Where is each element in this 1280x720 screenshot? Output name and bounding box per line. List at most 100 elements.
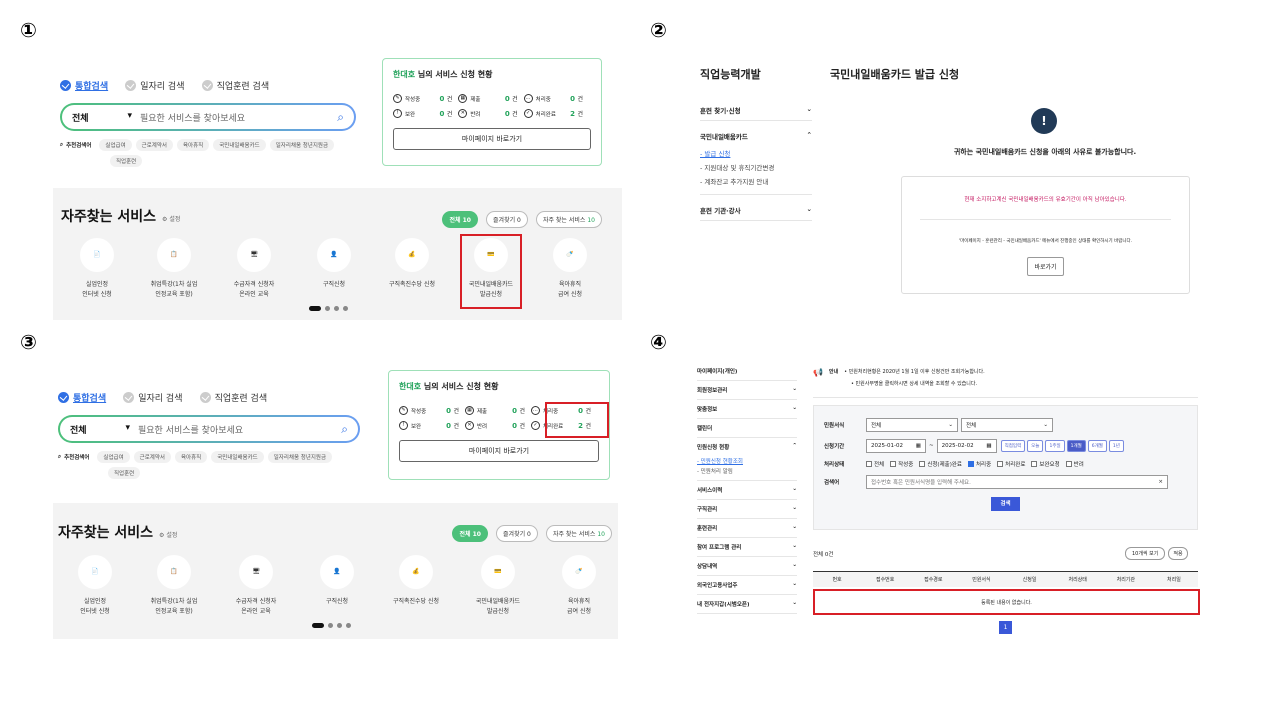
keyword-chip[interactable]: 일자리채움 청년지원금 — [269, 139, 335, 151]
radio-training[interactable]: 직업훈련 검색 — [201, 79, 269, 92]
pill-all[interactable]: 전체 10 — [442, 211, 478, 228]
per-page-select[interactable]: 10개씩 보기 — [1125, 547, 1166, 560]
p2-side-sub[interactable]: - 계좌잔고 추가지원 안내 — [700, 174, 812, 188]
pill-frequent[interactable]: 자주 찾는 서비스 10 — [545, 525, 612, 542]
type-select-1[interactable]: 전체 ⌄ — [866, 418, 958, 432]
p2-side-item[interactable]: 훈련 기관·강사 ⌄ — [700, 195, 812, 221]
quick-btn[interactable]: 1개월 — [1066, 440, 1086, 452]
calendar-icon: ▦ — [986, 443, 992, 449]
pill-frequent[interactable]: 자주 찾는 서비스 10 — [535, 211, 602, 228]
quick-btn[interactable]: 1주일 — [1045, 440, 1065, 452]
p4-nav-item[interactable]: 마이페이지(개인) — [697, 362, 797, 381]
svc-allowance[interactable]: 💰 구직촉진수당 신청 — [381, 238, 443, 290]
p4-nav-item[interactable]: 내 전자지갑(시범오픈) ⌄ — [697, 595, 797, 614]
pill-all[interactable]: 전체 10 — [452, 525, 488, 542]
keyword-chip[interactable]: 직업훈련 — [110, 155, 143, 167]
p2-side-item[interactable]: 국민내일배움카드 ⌃ — [700, 121, 812, 146]
keyword-chip[interactable]: 육아휴직 — [174, 451, 208, 463]
type-select-2[interactable]: 전체 ⌄ — [961, 418, 1053, 432]
p2-side-item[interactable]: 훈련 찾기·신청 ⌄ — [700, 100, 812, 121]
p4-nav-item[interactable]: 구직관리 ⌄ — [697, 500, 797, 519]
svc-lecture[interactable]: 📋 취업특강(1차 실업 인정교육 포함) — [143, 238, 205, 299]
quick-btn[interactable]: 1년 — [1108, 440, 1124, 452]
apply-button[interactable]: 적용 — [1168, 547, 1188, 560]
mypage-button[interactable]: 마이페이지 바로가기 — [399, 440, 599, 462]
search-input[interactable]: 필요한 서비스를 찾아보세요 — [140, 111, 337, 124]
search-icon[interactable]: ⌕ — [341, 422, 348, 437]
keyword-input[interactable]: 접수번호 혹은 민원서식명을 입력해 주세요. × — [866, 475, 1168, 489]
page-button[interactable]: 1 — [999, 621, 1012, 634]
chevron-down-icon: ⌄ — [792, 486, 797, 492]
svc-lecture[interactable]: 📋 취업특강(1차 실업 인정교육 포함) — [143, 555, 205, 616]
keyword-chip[interactable]: 실업급여 — [97, 451, 130, 463]
svc-job-seek[interactable]: 👤 구직신청 — [306, 555, 368, 607]
svc-job-seek[interactable]: 👤 구직신청 — [303, 238, 365, 290]
keyword-chip[interactable]: 실업급여 — [99, 139, 132, 151]
keyword-chip[interactable]: 육아휴직 — [176, 139, 210, 151]
state-checkbox[interactable]: 작성중 — [890, 460, 913, 468]
chevron-down-icon: ⌄ — [806, 205, 812, 213]
svc-online-edu[interactable]: 🖥 수급자격 신청자 온라인 교육 — [225, 555, 287, 616]
p2-side-sub[interactable]: - 발급 신청 — [700, 146, 812, 160]
quick-btn[interactable]: 오늘 — [1027, 440, 1044, 452]
radio-job[interactable]: 일자리 검색 — [125, 79, 184, 92]
search-button[interactable]: 검색 — [991, 497, 1020, 511]
keyword-chip[interactable]: 일자리채움 청년지원금 — [267, 451, 333, 463]
quick-btn[interactable]: 6개월 — [1087, 440, 1107, 452]
p4-nav-item[interactable]: 민원신청 현황 ⌃ — [697, 438, 797, 456]
mypage-button[interactable]: 마이페이지 바로가기 — [393, 128, 591, 150]
state-checkbox[interactable]: 처리중 — [967, 460, 991, 468]
svc-parental[interactable]: 🍼 육아휴직 급여 신청 — [539, 238, 601, 299]
p4-nav-item[interactable]: 서비스이력 ⌄ — [697, 481, 797, 500]
p4-nav-sub[interactable]: - 민원신청 현황조회 — [697, 456, 797, 466]
pill-favorite[interactable]: 즐겨찾기 0 — [496, 525, 538, 542]
svc-allowance[interactable]: 💰 구직촉진수당 신청 — [385, 555, 447, 607]
search-icon[interactable]: ⌕ — [337, 110, 344, 125]
state-checkbox[interactable]: 처리완료 — [997, 460, 1025, 468]
document-icon: 📄 — [80, 238, 114, 272]
svc-card[interactable]: 💳 국민내일배움카드 발급신청 — [467, 555, 529, 616]
state-checkbox[interactable]: 전체 — [866, 460, 884, 468]
p4-nav-item[interactable]: 참여 프로그램 관리 ⌄ — [697, 538, 797, 557]
p4-nav-item[interactable]: 맞춤정보 ⌄ — [697, 400, 797, 419]
radio-job[interactable]: 일자리 검색 — [123, 391, 182, 404]
p4-nav-item[interactable]: 캘린더 — [697, 419, 797, 438]
date-to[interactable]: 2025-02-02 ▦ — [936, 439, 997, 453]
svc-parental[interactable]: 🍼 육아휴직 급여 신청 — [548, 555, 610, 616]
go-button[interactable]: 바로가기 — [1027, 257, 1064, 276]
state-checkbox[interactable]: 보완요청 — [1031, 460, 1060, 468]
settings-link[interactable]: ⚙ 설정 — [159, 532, 177, 539]
p2-side-sub[interactable]: - 지원대상 및 휴직기간변경 — [700, 160, 812, 174]
highlight-status — [545, 402, 609, 438]
settings-link[interactable]: ⚙ 설정 — [162, 216, 180, 223]
radio-integrated[interactable]: 통합검색 — [60, 79, 108, 92]
radio-integrated[interactable]: 통합검색 — [58, 391, 106, 404]
search-input[interactable]: 필요한 서비스를 찾아보세요 — [138, 423, 341, 436]
quick-btn[interactable]: 직접입력 — [1000, 440, 1026, 452]
keyword-chip[interactable]: 국민내일배움카드 — [213, 139, 266, 151]
p4-nav-sub[interactable]: - 민원처리 알림 — [697, 466, 797, 481]
carousel-dots[interactable] — [312, 623, 351, 628]
p4-nav-item[interactable]: 훈련관리 ⌄ — [697, 519, 797, 538]
p4-nav-item[interactable]: 상담내역 ⌄ — [697, 557, 797, 576]
p4-total: 전체 0건 — [813, 552, 834, 558]
radio-training[interactable]: 직업훈련 검색 — [199, 391, 267, 404]
keyword-chip[interactable]: 직업훈련 — [108, 467, 141, 479]
chevron-down-icon: ⌄ — [792, 600, 797, 606]
svc-unemployment[interactable]: 📄 실업인정 인터넷 신청 — [66, 238, 128, 299]
p4-nav-item[interactable]: 외국인고용사업주 ⌄ — [697, 576, 797, 595]
keyword-chip[interactable]: 근로계약서 — [135, 139, 173, 151]
state-checkbox[interactable]: 반려 — [1065, 460, 1084, 468]
category-select[interactable]: 전체 ▾ — [72, 111, 132, 124]
date-from[interactable]: 2025-01-02 ▦ — [866, 439, 926, 453]
megaphone-icon: 📢 — [813, 368, 823, 377]
keyword-chip[interactable]: 근로계약서 — [133, 451, 171, 463]
svc-online-edu[interactable]: 🖥 수급자격 신청자 온라인 교육 — [223, 238, 285, 299]
carousel-dots[interactable] — [309, 306, 348, 311]
p4-nav-item[interactable]: 회원정보관리 ⌄ — [697, 381, 797, 400]
svc-unemployment[interactable]: 📄 실업인정 인터넷 신청 — [64, 555, 126, 616]
keyword-chip[interactable]: 국민내일배움카드 — [211, 451, 264, 463]
pill-favorite[interactable]: 즐겨찾기 0 — [486, 211, 528, 228]
state-checkbox[interactable]: 신청(제출)완료 — [919, 460, 962, 468]
category-select[interactable]: 전체 ▾ — [70, 423, 130, 436]
